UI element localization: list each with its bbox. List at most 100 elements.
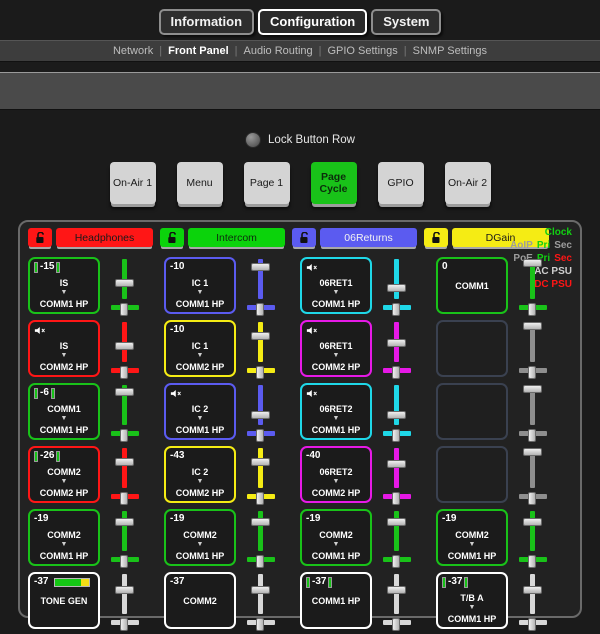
channel-strip[interactable]: -26 COMM2 ▼ COMM2 HP xyxy=(28,446,100,503)
vertical-fader-track[interactable] xyxy=(530,511,535,551)
subnav-item-network[interactable]: Network xyxy=(107,45,159,57)
subnav-item-front-panel[interactable]: Front Panel xyxy=(162,45,235,57)
vertical-fader-thumb[interactable] xyxy=(523,385,542,393)
channel-strip[interactable]: -37 T/B A ▼ COMM1 HP xyxy=(436,572,508,629)
led-indicator-icon[interactable] xyxy=(245,132,262,148)
vertical-fader-thumb[interactable] xyxy=(523,448,542,456)
vertical-fader-track[interactable] xyxy=(258,322,263,362)
padlock-open-icon[interactable] xyxy=(28,228,52,247)
subnav-item-audio-routing[interactable]: Audio Routing xyxy=(238,45,319,57)
channel-strip[interactable]: -6 COMM1 ▼ COMM1 HP xyxy=(28,383,100,440)
vertical-fader-thumb[interactable] xyxy=(115,388,134,396)
channel-strip[interactable]: 0 COMM1 xyxy=(436,257,508,314)
vertical-fader-track[interactable] xyxy=(258,574,263,614)
horizontal-pan-thumb[interactable] xyxy=(528,303,536,316)
bank-label-intercom[interactable]: Intercom xyxy=(188,228,285,247)
horizontal-pan-thumb[interactable] xyxy=(392,366,400,379)
channel-strip[interactable]: 06RET2 ▼ COMM1 HP xyxy=(300,383,372,440)
panel-button-gpio[interactable]: GPIO xyxy=(377,162,424,204)
vertical-fader-thumb[interactable] xyxy=(523,518,542,526)
channel-strip-empty[interactable] xyxy=(436,383,508,440)
horizontal-pan-thumb[interactable] xyxy=(528,492,536,505)
vertical-fader-track[interactable] xyxy=(258,448,263,488)
vertical-fader-thumb[interactable] xyxy=(523,586,542,594)
channel-strip[interactable]: IS ▼ COMM2 HP xyxy=(28,320,100,377)
panel-button-menu[interactable]: Menu xyxy=(176,162,223,204)
vertical-fader-thumb[interactable] xyxy=(523,259,542,267)
bank-label-headphones[interactable]: Headphones xyxy=(56,228,153,247)
channel-strip[interactable]: 06RET1 ▼ COMM2 HP xyxy=(300,320,372,377)
vertical-fader-thumb[interactable] xyxy=(387,460,406,468)
vertical-fader-thumb[interactable] xyxy=(251,586,270,594)
horizontal-pan-thumb[interactable] xyxy=(392,303,400,316)
channel-strip[interactable]: -10 IC 1 ▼ COMM2 HP xyxy=(164,320,236,377)
horizontal-pan-thumb[interactable] xyxy=(120,555,128,568)
channel-strip[interactable]: -19 COMM2 ▼ COMM1 HP xyxy=(436,509,508,566)
vertical-fader-track[interactable] xyxy=(394,448,399,488)
vertical-fader-thumb[interactable] xyxy=(387,339,406,347)
tab-information[interactable]: Information xyxy=(158,9,255,35)
vertical-fader-thumb[interactable] xyxy=(387,586,406,594)
horizontal-pan-thumb[interactable] xyxy=(120,429,128,442)
tab-configuration[interactable]: Configuration xyxy=(258,9,368,35)
vertical-fader-track[interactable] xyxy=(394,259,399,299)
horizontal-pan-thumb[interactable] xyxy=(256,366,264,379)
channel-strip[interactable]: -15 IS ▼ COMM1 HP xyxy=(28,257,100,314)
vertical-fader-track[interactable] xyxy=(394,385,399,425)
panel-button-page-1[interactable]: Page 1 xyxy=(243,162,290,204)
channel-strip[interactable]: -40 06RET2 ▼ COMM2 HP xyxy=(300,446,372,503)
vertical-fader-thumb[interactable] xyxy=(115,458,134,466)
horizontal-pan-thumb[interactable] xyxy=(392,492,400,505)
panel-button-on-air-1[interactable]: On-Air 1 xyxy=(109,162,156,204)
vertical-fader-track[interactable] xyxy=(122,448,127,488)
channel-strip[interactable]: -37 COMM1 HP xyxy=(300,572,372,629)
horizontal-pan-thumb[interactable] xyxy=(120,492,128,505)
vertical-fader-thumb[interactable] xyxy=(387,284,406,292)
vertical-fader-thumb[interactable] xyxy=(523,322,542,330)
vertical-fader-track[interactable] xyxy=(394,574,399,614)
vertical-fader-thumb[interactable] xyxy=(251,518,270,526)
vertical-fader-track[interactable] xyxy=(394,511,399,551)
channel-strip[interactable]: IC 2 ▼ COMM1 HP xyxy=(164,383,236,440)
channel-strip[interactable]: -19 COMM2 ▼ COMM1 HP xyxy=(164,509,236,566)
vertical-fader-track[interactable] xyxy=(122,511,127,551)
horizontal-pan-thumb[interactable] xyxy=(392,555,400,568)
horizontal-pan-thumb[interactable] xyxy=(392,429,400,442)
horizontal-pan-thumb[interactable] xyxy=(528,429,536,442)
vertical-fader-thumb[interactable] xyxy=(251,263,270,271)
channel-strip[interactable]: 06RET1 ▼ COMM1 HP xyxy=(300,257,372,314)
vertical-fader-thumb[interactable] xyxy=(387,518,406,526)
vertical-fader-track[interactable] xyxy=(258,385,263,425)
vertical-fader-thumb[interactable] xyxy=(115,518,134,526)
horizontal-pan-thumb[interactable] xyxy=(256,429,264,442)
horizontal-pan-thumb[interactable] xyxy=(256,303,264,316)
vertical-fader-thumb[interactable] xyxy=(115,586,134,594)
channel-strip[interactable]: -43 IC 2 ▼ COMM2 HP xyxy=(164,446,236,503)
panel-button-page-cycle[interactable]: Page Cycle xyxy=(310,162,357,204)
lock-button-row[interactable]: Lock Button Row xyxy=(0,132,600,148)
panel-button-on-air-2[interactable]: On-Air 2 xyxy=(444,162,491,204)
padlock-open-icon[interactable] xyxy=(160,228,184,247)
channel-strip[interactable]: -19 COMM2 ▼ COMM1 HP xyxy=(300,509,372,566)
channel-strip[interactable]: -19 COMM2 ▼ COMM1 HP xyxy=(28,509,100,566)
horizontal-pan-thumb[interactable] xyxy=(256,492,264,505)
vertical-fader-thumb[interactable] xyxy=(115,279,134,287)
horizontal-pan-thumb[interactable] xyxy=(120,366,128,379)
vertical-fader-track[interactable] xyxy=(530,574,535,614)
vertical-fader-thumb[interactable] xyxy=(387,411,406,419)
vertical-fader-thumb[interactable] xyxy=(251,458,270,466)
channel-strip[interactable]: -10 IC 1 ▼ COMM1 HP xyxy=(164,257,236,314)
vertical-fader-track[interactable] xyxy=(258,511,263,551)
channel-strip-empty[interactable] xyxy=(436,446,508,503)
subnav-item-gpio-settings[interactable]: GPIO Settings xyxy=(321,45,403,57)
horizontal-pan-thumb[interactable] xyxy=(528,555,536,568)
horizontal-pan-thumb[interactable] xyxy=(120,303,128,316)
channel-strip[interactable]: -37 COMM2 xyxy=(164,572,236,629)
vertical-fader-track[interactable] xyxy=(122,574,127,614)
padlock-open-icon[interactable] xyxy=(424,228,448,247)
channel-strip-empty[interactable] xyxy=(436,320,508,377)
padlock-open-icon[interactable] xyxy=(292,228,316,247)
subnav-item-snmp-settings[interactable]: SNMP Settings xyxy=(407,45,493,57)
horizontal-pan-thumb[interactable] xyxy=(256,555,264,568)
bank-label-06returns[interactable]: 06Returns xyxy=(320,228,417,247)
